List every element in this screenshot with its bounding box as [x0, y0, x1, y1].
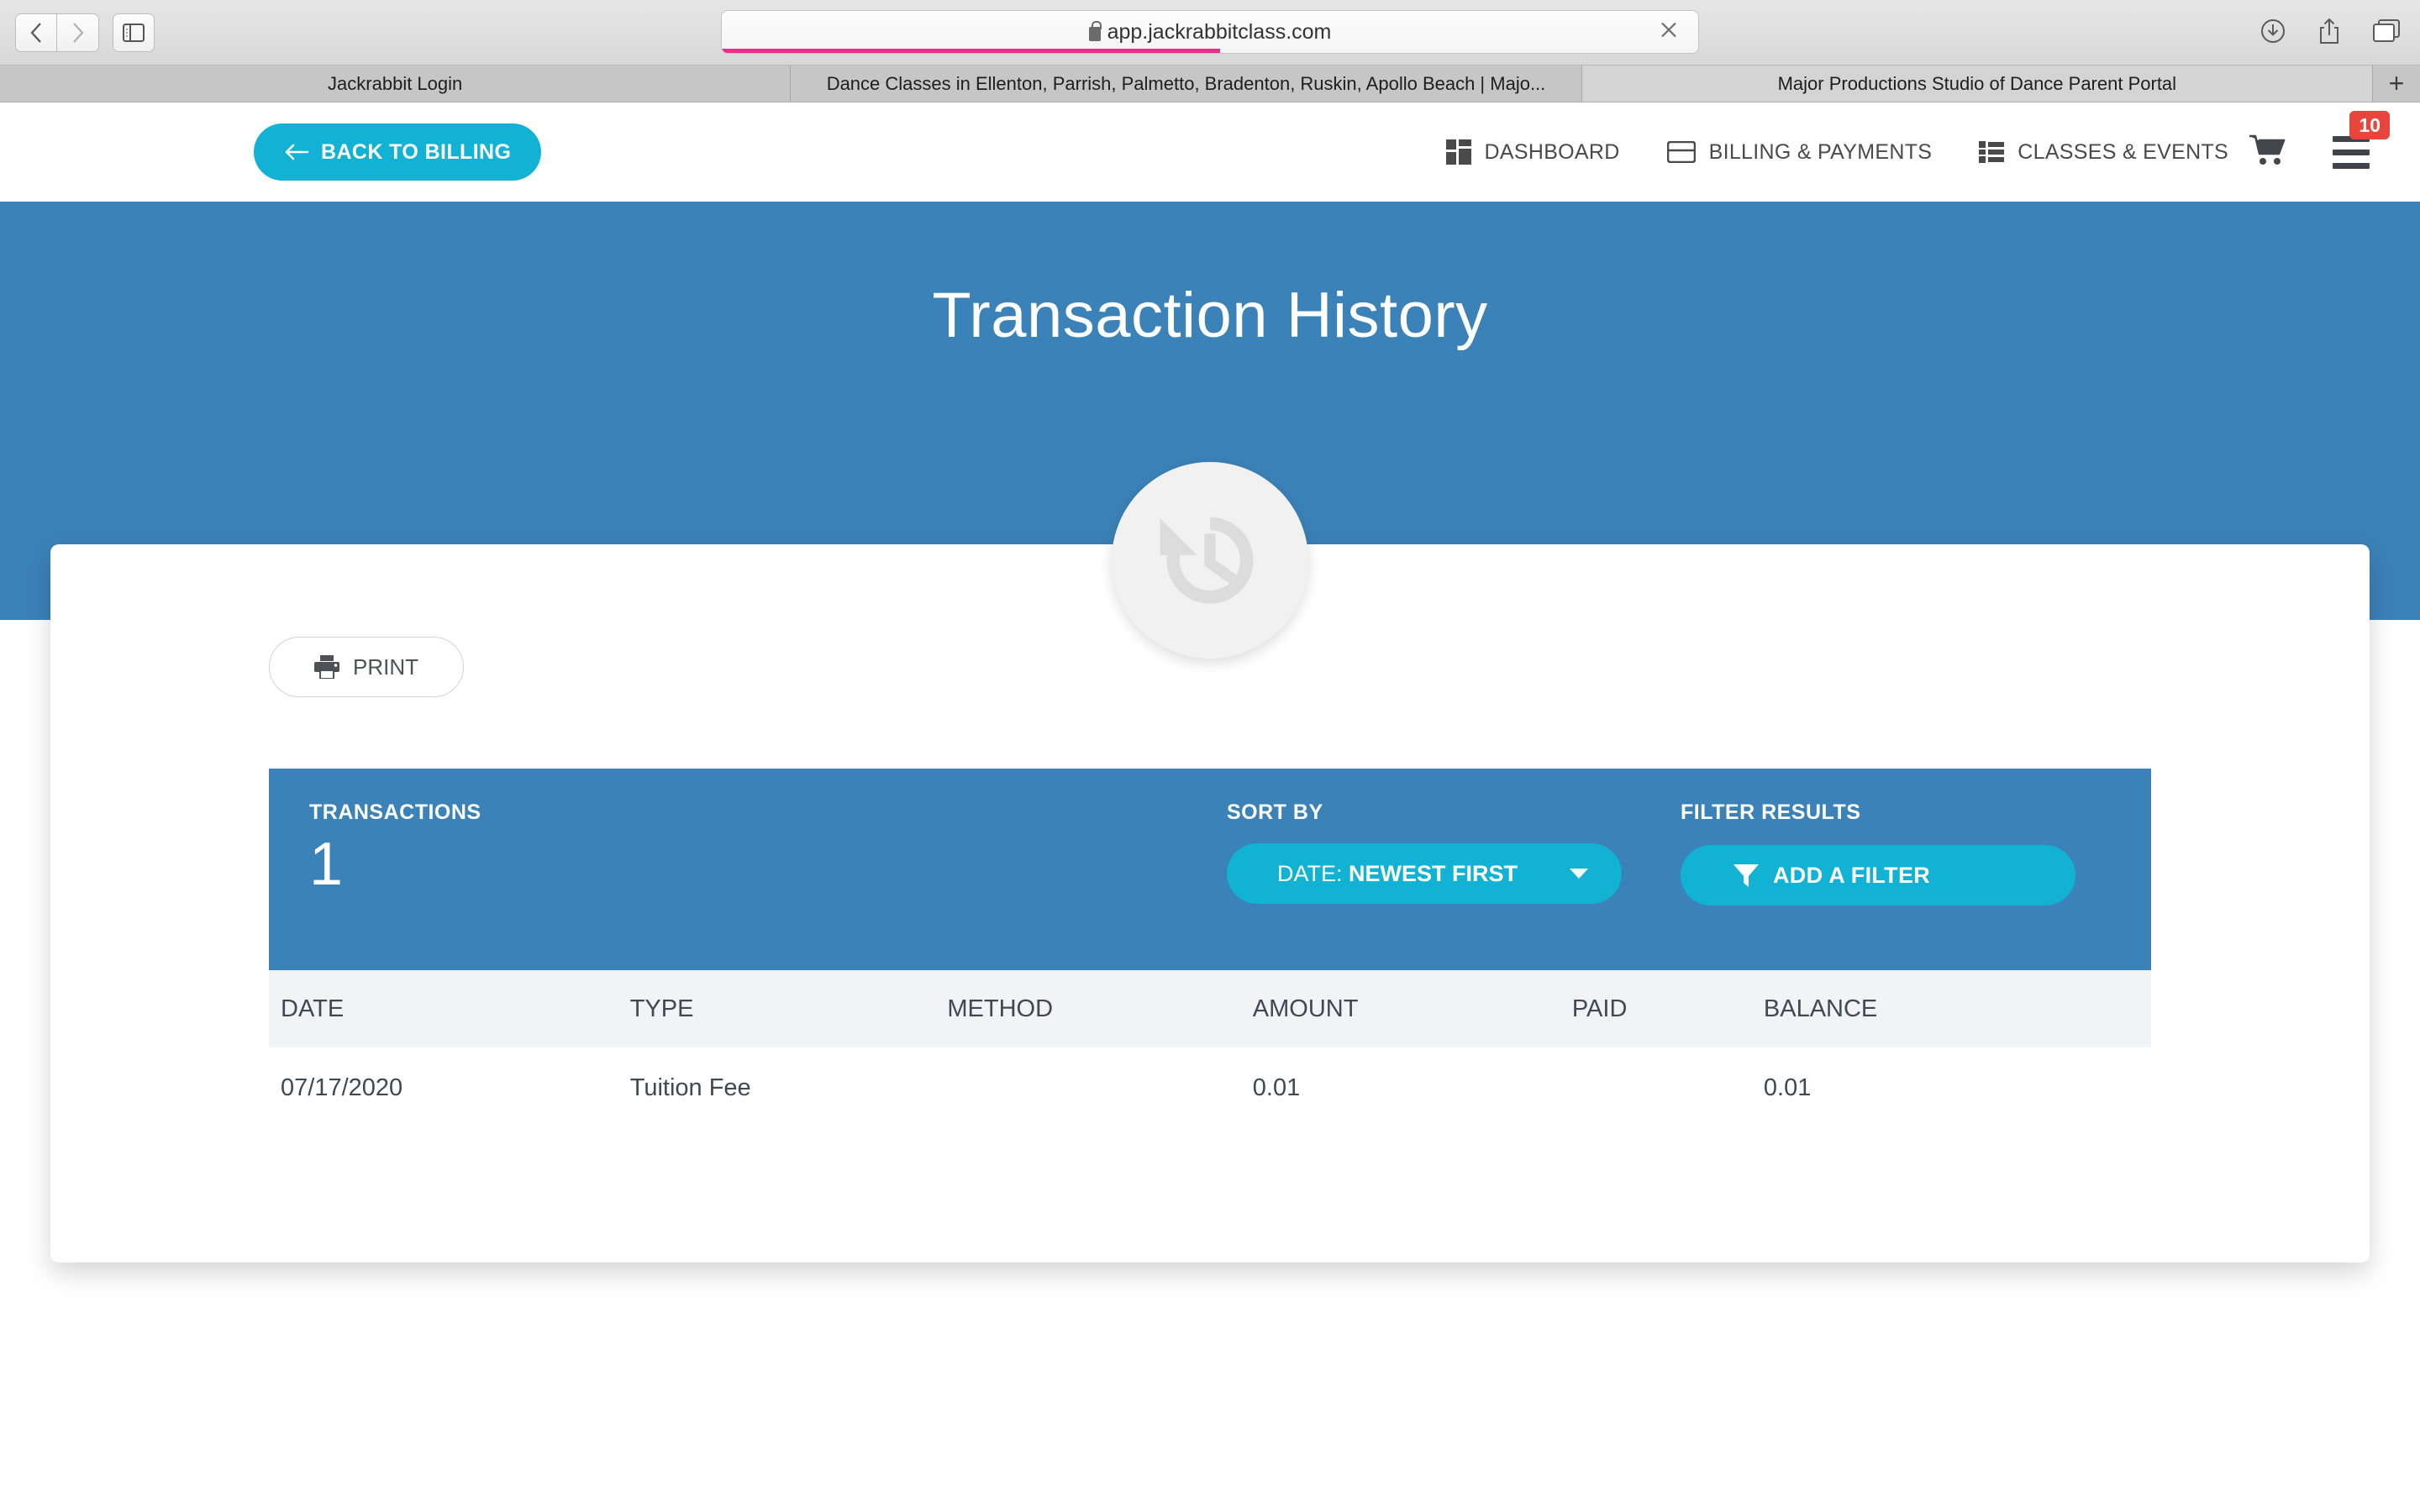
history-clock-icon	[1160, 517, 1254, 604]
back-to-billing-label: BACK TO BILLING	[321, 139, 512, 164]
downloads-button[interactable]	[2260, 18, 2286, 48]
column-header-type: TYPE	[629, 995, 694, 1022]
sort-by-selected: NEWEST FIRST	[1349, 860, 1518, 886]
browser-back-button[interactable]	[15, 13, 57, 52]
url-bar[interactable]: app.jackrabbitclass.com	[721, 10, 1699, 54]
cell-type: Tuition Fee	[629, 1074, 751, 1101]
close-icon	[1661, 22, 1676, 38]
filter-results-group: FILTER RESULTS ADD A FILTER	[1681, 769, 2075, 906]
header-nav: DASHBOARD BILLING & PAYMENTS CLASSES & E…	[1445, 102, 2228, 202]
url-text: app.jackrabbitclass.com	[1107, 19, 1332, 44]
print-button-label: PRINT	[353, 654, 418, 680]
sort-by-select[interactable]: DATE: NEWEST FIRST	[1227, 843, 1622, 904]
table-row[interactable]: 07/17/2020 Tuition Fee 0.01 0.01	[269, 1047, 2151, 1128]
cell-method	[935, 1047, 1240, 1128]
new-tab-label: +	[2388, 68, 2405, 98]
browser-tab-1[interactable]: Jackrabbit Login	[0, 66, 792, 102]
menu-notification-badge: 10	[2349, 110, 2390, 140]
dashboard-grid-icon	[1445, 139, 1471, 165]
browser-nav-buttons	[15, 13, 155, 52]
nav-item-dashboard-label: DASHBOARD	[1484, 139, 1620, 164]
cell-balance: 0.01	[1763, 1074, 1812, 1101]
transactions-summary: TRANSACTIONS 1	[309, 769, 481, 897]
browser-toolbar: app.jackrabbitclass.com	[0, 0, 2420, 66]
arrow-left-icon	[285, 144, 309, 160]
sidebar-toggle-button[interactable]	[113, 13, 155, 52]
stop-loading-button[interactable]	[1658, 19, 1680, 45]
browser-tab-2[interactable]: Dance Classes in Ellenton, Parrish, Palm…	[791, 66, 1582, 102]
column-header-date: DATE	[281, 995, 345, 1022]
browser-tab-3-label: Major Productions Studio of Dance Parent…	[1777, 72, 2177, 94]
sort-by-group: SORT BY DATE: NEWEST FIRST	[1227, 769, 1622, 904]
chevron-down-icon	[1570, 869, 1588, 879]
results-toolbar: TRANSACTIONS 1 SORT BY DATE: NEWEST FIRS…	[269, 769, 2151, 970]
share-icon	[2320, 18, 2338, 44]
column-header-paid: PAID	[1571, 995, 1628, 1022]
tabs-overview-button[interactable]	[2373, 18, 2400, 47]
page-load-progress	[722, 49, 1220, 53]
transactions-label: TRANSACTIONS	[309, 801, 481, 824]
browser-tab-2-label: Dance Classes in Ellenton, Parrish, Palm…	[826, 72, 1546, 94]
column-header-method: METHOD	[947, 995, 1054, 1022]
tab-overview-icon	[2373, 18, 2400, 42]
transactions-table-head: DATE TYPE METHOD AMOUNT PAID BALANCE	[269, 970, 2151, 1047]
page-body: PRINT TRANSACTIONS 1 SORT BY DATE: NEWES…	[0, 544, 2420, 1512]
browser-tab-1-label: Jackrabbit Login	[328, 72, 463, 94]
new-tab-button[interactable]: +	[2372, 66, 2420, 102]
transactions-count: 1	[309, 831, 344, 898]
back-to-billing-button[interactable]: BACK TO BILLING	[254, 123, 542, 181]
transactions-table-body: 07/17/2020 Tuition Fee 0.01 0.01	[269, 1047, 2151, 1128]
nav-item-classes-events-label: CLASSES & EVENTS	[2018, 139, 2228, 164]
nav-item-dashboard[interactable]: DASHBOARD	[1445, 139, 1620, 165]
cell-paid	[1560, 1047, 1752, 1128]
list-icon	[1979, 141, 2005, 163]
transactions-table: DATE TYPE METHOD AMOUNT PAID BALANCE 07/…	[269, 970, 2151, 1128]
chevron-right-icon	[72, 22, 83, 43]
share-button[interactable]	[2317, 18, 2341, 49]
hamburger-menu-button[interactable]: 10	[2333, 110, 2390, 169]
browser-tab-bar: Jackrabbit Login Dance Classes in Ellent…	[0, 66, 2420, 102]
browser-forward-button[interactable]	[57, 13, 99, 52]
table-header-row: DATE TYPE METHOD AMOUNT PAID BALANCE	[269, 970, 2151, 1047]
download-icon	[2261, 18, 2285, 43]
nav-item-billing-payments[interactable]: BILLING & PAYMENTS	[1666, 139, 1933, 165]
lock-icon	[1088, 20, 1102, 41]
column-header-balance: BALANCE	[1763, 995, 1878, 1022]
shopping-cart-icon	[2249, 134, 2286, 165]
credit-card-icon	[1666, 141, 1696, 163]
page-title: Transaction History	[932, 280, 1488, 351]
browser-right-actions	[2260, 0, 2400, 66]
nav-item-billing-payments-label: BILLING & PAYMENTS	[1708, 139, 1933, 164]
filter-results-label: FILTER RESULTS	[1681, 801, 1861, 824]
sidebar-toggle-icon	[123, 23, 145, 42]
url-bar-content: app.jackrabbitclass.com	[1088, 19, 1332, 45]
chevron-left-icon	[30, 22, 41, 43]
sort-by-value: DATE: NEWEST FIRST	[1277, 861, 1518, 887]
cell-amount: 0.01	[1252, 1074, 1301, 1101]
funnel-icon	[1733, 864, 1759, 887]
hamburger-menu-icon	[2333, 135, 2370, 169]
header-actions: 10	[2249, 102, 2390, 202]
history-icon-badge	[1112, 462, 1308, 659]
column-header-amount: AMOUNT	[1252, 995, 1359, 1022]
cell-date: 07/17/2020	[281, 1074, 403, 1101]
sort-by-label: SORT BY	[1227, 801, 1323, 824]
shopping-cart-button[interactable]	[2249, 134, 2287, 171]
print-button[interactable]: PRINT	[269, 637, 464, 697]
browser-tab-3[interactable]: Major Productions Studio of Dance Parent…	[1581, 66, 2373, 102]
sort-by-prefix: DATE:	[1277, 860, 1349, 886]
add-a-filter-button[interactable]: ADD A FILTER	[1681, 845, 2075, 906]
app-header: BACK TO BILLING DASHBOARD BILLING & PAYM…	[0, 102, 2420, 202]
nav-item-classes-events[interactable]: CLASSES & EVENTS	[1979, 140, 2228, 165]
printer-icon	[314, 655, 339, 679]
add-a-filter-label: ADD A FILTER	[1773, 862, 1931, 888]
